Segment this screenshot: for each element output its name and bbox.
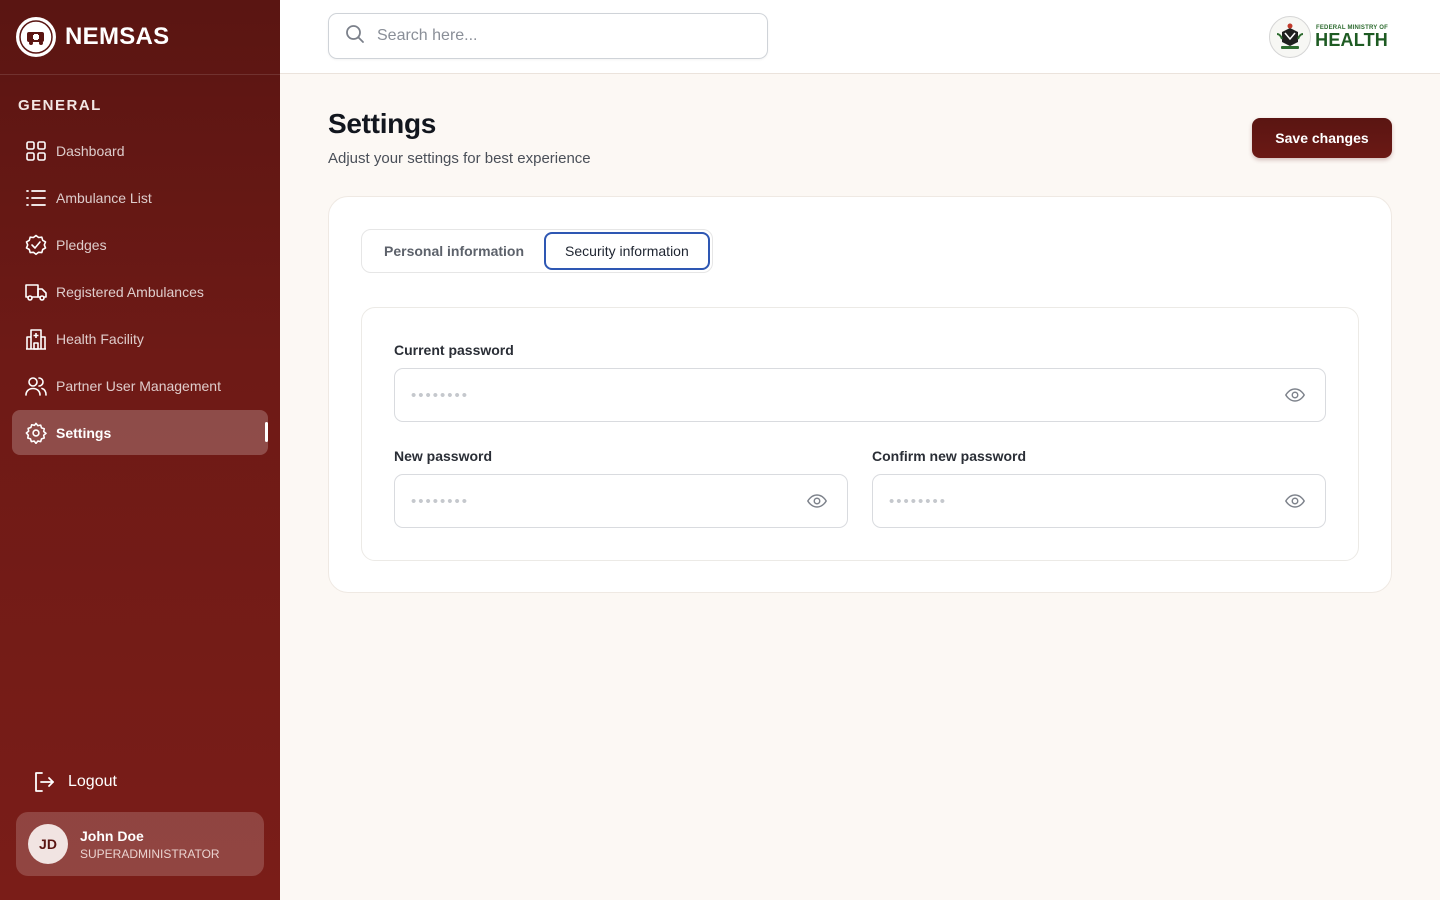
new-password-label: New password: [394, 448, 493, 464]
list-icon: [24, 186, 48, 210]
section-label-general: GENERAL: [18, 97, 102, 114]
security-form: Current password New password Confirm ne…: [361, 307, 1359, 561]
search-icon: [345, 24, 365, 49]
avatar: JD: [28, 824, 68, 864]
page-subtitle: Adjust your settings for best experience: [328, 150, 591, 167]
sidebar-item-pledges[interactable]: Pledges: [12, 222, 268, 267]
sidebar-item-ambulance-list[interactable]: Ambulance List: [12, 175, 268, 220]
brand-name: NEMSAS: [65, 23, 170, 50]
settings-card: Personal information Security informatio…: [328, 196, 1392, 593]
ministry-logo: FEDERAL MINISTRY OF HEALTH: [1269, 16, 1388, 58]
sidebar-item-label: Dashboard: [56, 142, 125, 159]
ministry-text: FEDERAL MINISTRY OF HEALTH: [1315, 25, 1388, 49]
user-meta: John Doe SUPERADMINISTRATOR: [80, 828, 220, 861]
gear-icon: [24, 421, 48, 445]
sidebar-item-partner-user-management[interactable]: Partner User Management: [12, 363, 268, 408]
search-input[interactable]: [377, 27, 737, 45]
eye-icon[interactable]: [805, 489, 829, 513]
eye-icon[interactable]: [1283, 383, 1307, 407]
user-card[interactable]: JD John Doe SUPERADMINISTRATOR: [16, 812, 264, 876]
confirm-password-label: Confirm new password: [872, 448, 1027, 464]
user-name: John Doe: [80, 827, 144, 844]
sidebar-item-label: Ambulance List: [56, 189, 152, 206]
sidebar-item-label: Settings: [56, 424, 112, 441]
users-icon: [24, 374, 48, 398]
ministry-big-text: HEALTH: [1315, 30, 1388, 50]
grid-icon: [24, 139, 48, 163]
tab-personal-information[interactable]: Personal information: [364, 232, 544, 270]
coat-of-arms-icon: [1269, 16, 1312, 58]
badge-check-icon: [24, 233, 48, 257]
sidebar-item-label: Health Facility: [56, 330, 144, 347]
new-password-field[interactable]: [411, 492, 805, 510]
sidebar-nav: Dashboard Ambulance List Pledges Registe…: [0, 128, 280, 455]
current-password-label: Current password: [394, 342, 514, 358]
sidebar-item-health-facility[interactable]: Health Facility: [12, 316, 268, 361]
page-title: Settings: [328, 108, 437, 139]
logout-button[interactable]: Logout: [32, 770, 117, 794]
logout-icon: [32, 770, 56, 794]
sidebar-item-settings[interactable]: Settings: [12, 410, 268, 455]
search-box[interactable]: [328, 13, 768, 59]
current-password-field-wrap: [394, 368, 1326, 422]
new-password-field-wrap: [394, 474, 848, 528]
save-changes-button[interactable]: Save changes: [1252, 118, 1392, 158]
hospital-icon: [24, 327, 48, 351]
confirm-password-field[interactable]: [889, 492, 1283, 510]
sidebar-item-label: Registered Ambulances: [56, 283, 204, 300]
eye-icon[interactable]: [1283, 489, 1307, 513]
user-role: SUPERADMINISTRATOR: [80, 846, 220, 861]
sidebar-item-registered-ambulances[interactable]: Registered Ambulances: [12, 269, 268, 314]
sidebar-item-dashboard[interactable]: Dashboard: [12, 128, 268, 173]
ambulance-logo-icon: [16, 17, 56, 57]
top-header: FEDERAL MINISTRY OF HEALTH: [280, 0, 1440, 74]
confirm-password-field-wrap: [872, 474, 1326, 528]
sidebar: NEMSAS GENERAL Dashboard Ambulance List: [0, 0, 280, 900]
logout-label: Logout: [68, 773, 117, 790]
current-password-field[interactable]: [411, 386, 1283, 404]
sidebar-item-label: Partner User Management: [56, 377, 221, 394]
settings-tabs: Personal information Security informatio…: [361, 229, 713, 273]
brand[interactable]: NEMSAS: [0, 0, 280, 75]
sidebar-item-label: Pledges: [56, 236, 107, 253]
truck-icon: [24, 280, 48, 304]
tab-security-information[interactable]: Security information: [544, 232, 710, 270]
